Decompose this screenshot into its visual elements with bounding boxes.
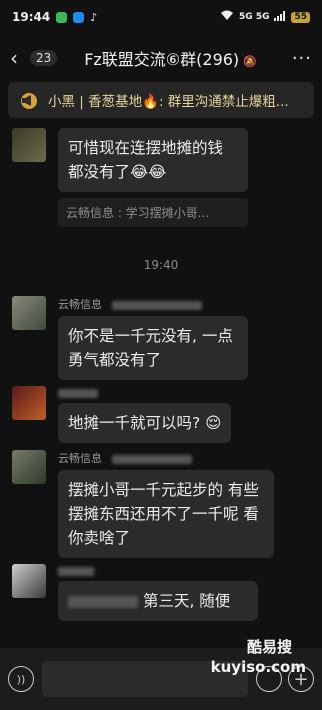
mute-icon: 🔕 xyxy=(243,55,257,68)
message-body: 可惜现在连摆地摊的钱都没有了😂😂 云畅信息 : 学习摆摊小哥... xyxy=(58,128,248,227)
chat-title: Fz联盟交流⑥群(296) 🔕 xyxy=(57,46,284,70)
message-body: 云畅信息 摆摊小哥一千元起步的 有些摆摊东西还用不了一千呢 看你卖啥了 xyxy=(58,450,274,558)
redacted-block xyxy=(111,300,202,310)
message-body: 地摊一千就可以吗? 😌 xyxy=(58,386,232,443)
avatar[interactable] xyxy=(12,386,46,420)
chat-title-text: Fz联盟交流⑥群(296) xyxy=(84,50,240,69)
avatar[interactable] xyxy=(12,128,46,162)
message-row: 可惜现在连摆地摊的钱都没有了😂😂 云畅信息 : 学习摆摊小哥... xyxy=(12,128,248,227)
clock: 19:44 xyxy=(12,10,51,24)
unread-count-badge[interactable]: 23 xyxy=(30,50,58,66)
status-right: 5G 5G 55 xyxy=(220,10,310,24)
sender-name: 云畅信息 xyxy=(58,296,248,312)
avatar[interactable] xyxy=(12,450,46,484)
wifi-icon xyxy=(220,10,234,24)
sender-name xyxy=(58,386,231,399)
quoted-text: 云畅信息 : 学习摆摊小哥... xyxy=(66,206,210,220)
message-text: 第三天, 随便 xyxy=(142,592,231,610)
status-bar: 19:44 ♪ 5G 5G 55 xyxy=(0,0,322,34)
sender-label: 云畅信息 xyxy=(58,452,102,465)
redacted-block xyxy=(58,388,98,398)
sender-label: 云畅信息 xyxy=(58,298,102,311)
redacted-block xyxy=(58,566,94,576)
chat-messages[interactable]: 可惜现在连摆地摊的钱都没有了😂😂 云畅信息 : 学习摆摊小哥... 19:40 … xyxy=(0,118,322,648)
status-left: 19:44 ♪ xyxy=(12,10,97,24)
quoted-reply[interactable]: 云畅信息 : 学习摆摊小哥... xyxy=(58,198,248,227)
message-bubble[interactable]: 第三天, 随便 xyxy=(58,581,258,621)
message-body: 第三天, 随便 xyxy=(58,564,258,621)
watermark-url: kuyiso.com xyxy=(210,658,306,676)
pinned-text: 小黑 | 香葱基地🔥: 群里沟通禁止爆粗... xyxy=(48,94,289,110)
avatar[interactable] xyxy=(12,296,46,330)
sender-name xyxy=(58,564,258,577)
message-row: 云畅信息 你不是一千元没有, 一点勇气都没有了 xyxy=(12,296,248,380)
back-icon[interactable]: ‹ xyxy=(10,46,28,70)
signal-icon xyxy=(274,10,286,24)
message-row: 云畅信息 摆摊小哥一千元起步的 有些摆摊东西还用不了一千呢 看你卖啥了 xyxy=(12,450,274,558)
more-options-icon[interactable]: ··· xyxy=(292,48,312,69)
tiktok-icon: ♪ xyxy=(90,10,98,24)
notification-icon xyxy=(73,11,85,23)
megaphone-icon xyxy=(21,93,37,109)
pinned-announcement[interactable]: 小黑 | 香葱基地🔥: 群里沟通禁止爆粗... xyxy=(8,82,314,118)
signal-label: 5G 5G xyxy=(239,12,270,22)
message-row: 第三天, 随便 xyxy=(12,564,258,621)
message-body: 云畅信息 你不是一千元没有, 一点勇气都没有了 xyxy=(58,296,248,380)
redacted-block xyxy=(111,454,192,464)
message-row: 地摊一千就可以吗? 😌 xyxy=(12,386,232,443)
avatar[interactable] xyxy=(12,564,46,598)
chat-header: ‹ 23 Fz联盟交流⑥群(296) 🔕 ··· xyxy=(0,40,322,76)
message-bubble[interactable]: 你不是一千元没有, 一点勇气都没有了 xyxy=(58,316,248,380)
notification-icon xyxy=(56,11,68,23)
watermark-logo: 酷易搜 xyxy=(246,638,292,656)
battery-icon: 55 xyxy=(291,11,310,23)
voice-input-icon[interactable]: )) xyxy=(8,666,34,692)
sender-name: 云畅信息 xyxy=(58,450,274,466)
redacted-block xyxy=(68,595,138,608)
message-bubble[interactable]: 摆摊小哥一千元起步的 有些摆摊东西还用不了一千呢 看你卖啥了 xyxy=(58,470,274,558)
message-bubble[interactable]: 可惜现在连摆地摊的钱都没有了😂😂 xyxy=(58,128,248,192)
time-divider: 19:40 xyxy=(143,258,179,272)
message-bubble[interactable]: 地摊一千就可以吗? 😌 xyxy=(58,403,232,443)
